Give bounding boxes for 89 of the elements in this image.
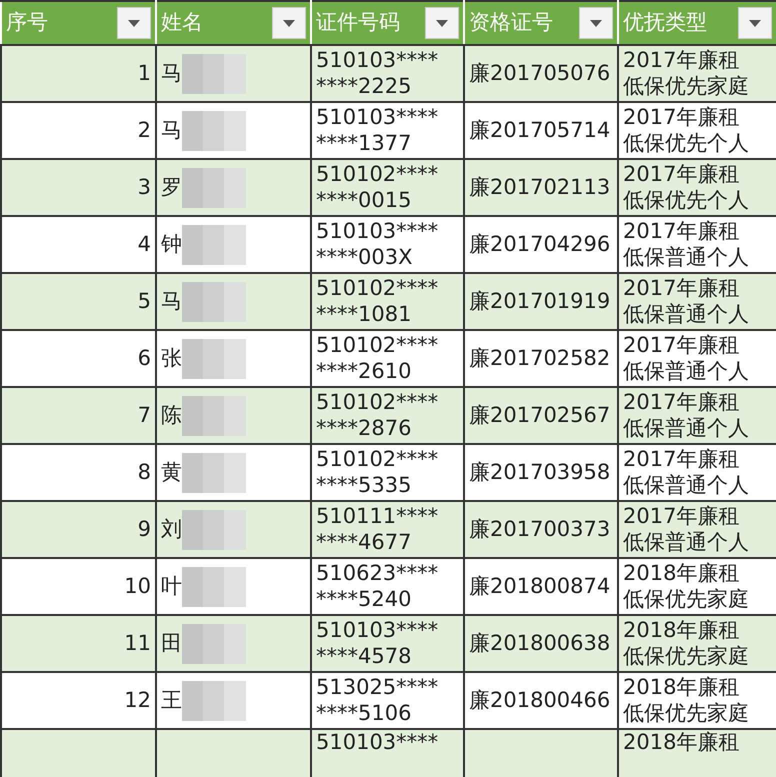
certificate-number: 廉201704296	[469, 232, 610, 256]
dropdown-icon	[128, 20, 140, 26]
assistance-type: 2017年廉租 低保普通个人	[623, 447, 750, 498]
name-text: 刘	[161, 516, 182, 540]
pixelated-block	[182, 510, 246, 550]
certificate-number: 廉201702567	[469, 402, 610, 427]
id-number: 510102**** ****5335	[316, 447, 440, 498]
id-number: 510103**** ****4578	[316, 618, 440, 669]
assistance-type: 2017年廉租 低保普通个人	[623, 390, 750, 441]
certificate-number: 廉201705714	[469, 118, 610, 142]
column-header: 资格证号	[469, 10, 553, 36]
id-number: 510103**** ****2225	[316, 48, 440, 99]
row-number: 4	[138, 232, 151, 256]
name-text: 马	[161, 117, 182, 142]
assistance-type: 2018年廉租 低保优先家庭	[623, 675, 750, 726]
assistance-type: 2017年廉租 低保普通个人	[623, 276, 750, 327]
id-number: 510102**** ****2876	[316, 390, 440, 441]
assistance-type: 2017年廉租 低保优先个人	[623, 162, 750, 213]
assistance-type: 2017年廉租 低保优先家庭	[623, 48, 750, 99]
row-number: 6	[138, 346, 151, 370]
id-number: 513025**** ****5106	[316, 675, 440, 726]
column-header: 姓名	[161, 10, 203, 36]
filter-button[interactable]	[272, 7, 306, 39]
certificate-number: 廉201701919	[469, 288, 610, 313]
id-number: 510102**** ****0015	[316, 162, 440, 213]
row-number: 12	[124, 688, 151, 712]
pixelated-block	[182, 54, 246, 94]
dropdown-icon	[283, 20, 295, 26]
assistance-type: 2017年廉租 低保优先个人	[623, 105, 750, 156]
id-number: 510103**** ****003X	[316, 219, 440, 270]
name-text: 黄	[161, 459, 182, 484]
column-header: 序号	[6, 10, 48, 36]
name-text: 马	[161, 60, 182, 84]
name-text: 罗	[161, 174, 182, 198]
assistance-type: 2018年廉租	[623, 731, 740, 756]
assistance-type: 2017年廉租 低保普通个人	[623, 333, 750, 384]
filter-button[interactable]	[117, 7, 151, 39]
id-number: 510623**** ****5240	[316, 561, 440, 612]
certificate-number: 廉201703958	[469, 460, 610, 484]
assistance-type: 2017年廉租 低保普通个人	[623, 219, 750, 270]
name-text: 陈	[161, 402, 182, 426]
name-text: 钟	[161, 231, 182, 256]
id-number: 510102**** ****1081	[316, 276, 440, 327]
filter-button[interactable]	[425, 7, 459, 39]
pixelated-block	[182, 110, 246, 150]
certificate-number: 廉201700373	[469, 516, 610, 541]
pixelated-block	[182, 680, 246, 720]
pixelated-block	[182, 566, 246, 606]
pixelated-block	[182, 396, 246, 436]
pixelated-block	[182, 624, 246, 664]
dropdown-icon	[436, 20, 448, 26]
pixelated-block	[182, 224, 246, 264]
name-text: 田	[161, 630, 182, 654]
row-number: 8	[138, 460, 151, 484]
pixelated-block	[182, 452, 246, 492]
certificate-number: 廉201800466	[469, 688, 610, 712]
id-number: 510103****	[316, 731, 440, 756]
id-number: 510102**** ****2610	[316, 333, 440, 384]
dropdown-icon	[590, 20, 602, 26]
assistance-type: 2017年廉租 低保普通个人	[623, 504, 750, 555]
column-header: 证件号码	[316, 10, 400, 36]
name-text: 张	[161, 345, 182, 370]
pixelated-block	[182, 168, 246, 208]
row-number: 1	[138, 60, 151, 85]
certificate-number: 廉201800874	[469, 574, 610, 598]
pixelated-block	[182, 282, 246, 322]
id-number: 510103**** ****1377	[316, 105, 440, 156]
row-number: 10	[124, 574, 151, 598]
name-text: 马	[161, 288, 182, 312]
certificate-number: 廉201702582	[469, 346, 610, 370]
certificate-number: 廉201800638	[469, 630, 610, 655]
row-number: 11	[124, 630, 151, 655]
assistance-type: 2018年廉租 低保优先家庭	[623, 618, 750, 669]
row-number: 3	[138, 174, 151, 199]
pixelated-block	[182, 338, 246, 378]
name-text: 叶	[161, 573, 182, 598]
filter-button[interactable]	[579, 7, 613, 39]
dropdown-icon	[749, 20, 761, 26]
certificate-number: 廉201705076	[469, 60, 610, 85]
certificate-number: 廉201702113	[469, 174, 610, 199]
id-number: 510111**** ****4677	[316, 504, 440, 555]
name-text: 王	[161, 687, 182, 712]
column-header: 优抚类型	[623, 10, 707, 36]
row-number: 9	[138, 516, 151, 541]
row-number: 2	[138, 118, 151, 142]
assistance-type: 2018年廉租 低保优先家庭	[623, 561, 750, 612]
row-number: 5	[138, 288, 151, 313]
row-number: 7	[138, 402, 151, 427]
filter-button[interactable]	[738, 7, 772, 39]
